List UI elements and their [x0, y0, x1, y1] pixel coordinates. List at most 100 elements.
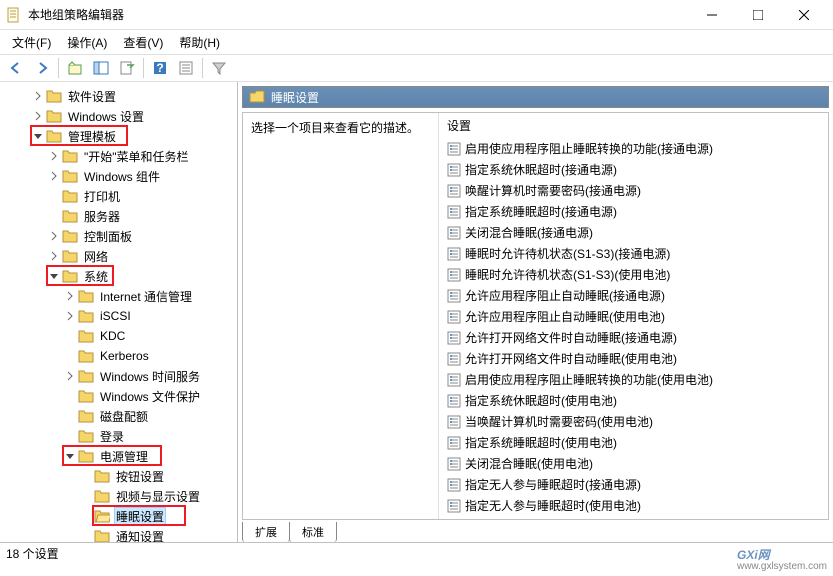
tree-item[interactable]: 服务器 [0, 206, 237, 226]
setting-item[interactable]: 关闭混合睡眠(接通电源) [439, 222, 828, 243]
tab-extended[interactable]: 扩展 [242, 522, 290, 542]
setting-item[interactable]: 睡眠时允许待机状态(S1-S3)(使用电池) [439, 264, 828, 285]
setting-item[interactable]: 当唤醒计算机时需要密码(使用电池) [439, 411, 828, 432]
show-hide-tree-button[interactable] [89, 56, 113, 80]
tree-item-label: KDC [98, 328, 127, 344]
tree-item-label: 服务器 [82, 207, 122, 226]
chevron-right-icon [64, 330, 76, 342]
policy-icon [447, 352, 461, 366]
folder-icon [94, 529, 110, 542]
setting-item[interactable]: 唤醒计算机时需要密码(接通电源) [439, 180, 828, 201]
forward-button[interactable] [30, 56, 54, 80]
chevron-right-icon[interactable] [48, 250, 60, 262]
tree-item[interactable]: 打印机 [0, 186, 237, 206]
filter-button[interactable] [207, 56, 231, 80]
chevron-right-icon[interactable] [32, 90, 44, 102]
policy-icon [447, 184, 461, 198]
tree-item[interactable]: 睡眠设置 [0, 506, 237, 526]
statusbar: 18 个设置 [0, 542, 833, 564]
policy-icon [447, 268, 461, 282]
tree-item[interactable]: 软件设置 [0, 86, 237, 106]
policy-icon [447, 289, 461, 303]
policy-icon [447, 163, 461, 177]
setting-item[interactable]: 指定系统休眠超时(接通电源) [439, 159, 828, 180]
chevron-right-icon[interactable] [48, 170, 60, 182]
tree-item[interactable]: "开始"菜单和任务栏 [0, 146, 237, 166]
minimize-button[interactable] [689, 0, 735, 30]
tree-item-label: iSCSI [98, 308, 133, 324]
setting-item[interactable]: 允许应用程序阻止自动睡眠(接通电源) [439, 285, 828, 306]
tree-item-label: 按钮设置 [114, 467, 166, 486]
watermark: GXi网 www.gxlsystem.com [737, 542, 827, 572]
tree-item[interactable]: Windows 时间服务 [0, 366, 237, 386]
setting-item[interactable]: 启用使应用程序阻止睡眠转换的功能(接通电源) [439, 138, 828, 159]
up-button[interactable] [63, 56, 87, 80]
tree-item[interactable]: Kerberos [0, 346, 237, 366]
menu-view[interactable]: 查看(V) [115, 30, 171, 55]
folder-icon [78, 449, 94, 463]
tree-item[interactable]: Windows 设置 [0, 106, 237, 126]
chevron-right-icon[interactable] [32, 110, 44, 122]
settings-column[interactable]: 设置 启用使应用程序阻止睡眠转换的功能(接通电源)指定系统休眠超时(接通电源)唤… [439, 113, 828, 519]
folder-icon [62, 189, 78, 203]
setting-item[interactable]: 允许打开网络文件时自动睡眠(使用电池) [439, 348, 828, 369]
policy-icon [447, 373, 461, 387]
tree-item[interactable]: KDC [0, 326, 237, 346]
tab-standard[interactable]: 标准 [289, 522, 337, 542]
chevron-down-icon[interactable] [32, 130, 44, 142]
maximize-button[interactable] [735, 0, 781, 30]
tree-item-label: 电源管理 [98, 447, 150, 466]
setting-item[interactable]: 指定系统休眠超时(使用电池) [439, 390, 828, 411]
setting-item[interactable]: 指定系统睡眠超时(使用电池) [439, 432, 828, 453]
tree-item[interactable]: 系统 [0, 266, 237, 286]
chevron-right-icon[interactable] [48, 230, 60, 242]
tree-item[interactable]: Windows 组件 [0, 166, 237, 186]
setting-item[interactable]: 允许应用程序阻止自动睡眠(使用电池) [439, 306, 828, 327]
setting-item[interactable]: 指定无人参与睡眠超时(接通电源) [439, 474, 828, 495]
tree-item[interactable]: 视频与显示设置 [0, 486, 237, 506]
menu-help[interactable]: 帮助(H) [171, 30, 228, 55]
export-list-button[interactable] [115, 56, 139, 80]
chevron-right-icon[interactable] [64, 290, 76, 302]
tree-item[interactable]: iSCSI [0, 306, 237, 326]
menubar: 文件(F) 操作(A) 查看(V) 帮助(H) [0, 30, 833, 54]
setting-item[interactable]: 睡眠时允许待机状态(S1-S3)(接通电源) [439, 243, 828, 264]
chevron-right-icon[interactable] [64, 370, 76, 382]
settings-header[interactable]: 设置 [439, 113, 828, 138]
tree-item-label: Windows 文件保护 [98, 387, 202, 406]
setting-item[interactable]: 指定无人参与睡眠超时(使用电池) [439, 495, 828, 516]
tree-item[interactable]: 控制面板 [0, 226, 237, 246]
folder-icon [62, 169, 78, 183]
tree-item[interactable]: Windows 文件保护 [0, 386, 237, 406]
content-area: 软件设置Windows 设置管理模板"开始"菜单和任务栏Windows 组件打印… [0, 82, 833, 542]
back-button[interactable] [4, 56, 28, 80]
tree-item[interactable]: 电源管理 [0, 446, 237, 466]
tree-item[interactable]: 管理模板 [0, 126, 237, 146]
policy-icon [447, 436, 461, 450]
detail-header: 睡眠设置 [242, 86, 829, 108]
folder-icon [249, 90, 265, 104]
tree-item[interactable]: 通知设置 [0, 526, 237, 542]
chevron-down-icon[interactable] [64, 450, 76, 462]
chevron-down-icon[interactable] [48, 270, 60, 282]
chevron-right-icon[interactable] [64, 310, 76, 322]
chevron-right-icon[interactable] [48, 150, 60, 162]
menu-file[interactable]: 文件(F) [4, 30, 59, 55]
menu-action[interactable]: 操作(A) [59, 30, 115, 55]
tree-item[interactable]: 登录 [0, 426, 237, 446]
tree-item[interactable]: 磁盘配额 [0, 406, 237, 426]
tree-pane[interactable]: 软件设置Windows 设置管理模板"开始"菜单和任务栏Windows 组件打印… [0, 82, 238, 542]
setting-item[interactable]: 允许打开网络文件时自动睡眠(接通电源) [439, 327, 828, 348]
setting-item[interactable]: 启用使应用程序阻止睡眠转换的功能(使用电池) [439, 369, 828, 390]
setting-item[interactable]: 关闭混合睡眠(使用电池) [439, 453, 828, 474]
setting-item[interactable]: 指定系统睡眠超时(接通电源) [439, 201, 828, 222]
tree-item[interactable]: 按钮设置 [0, 466, 237, 486]
tree-item[interactable]: Internet 通信管理 [0, 286, 237, 306]
help-button[interactable]: ? [148, 56, 172, 80]
folder-icon [62, 229, 78, 243]
close-button[interactable] [781, 0, 827, 30]
properties-button[interactable] [174, 56, 198, 80]
tree-item[interactable]: 网络 [0, 246, 237, 266]
folder-icon [94, 489, 110, 503]
policy-icon [447, 394, 461, 408]
